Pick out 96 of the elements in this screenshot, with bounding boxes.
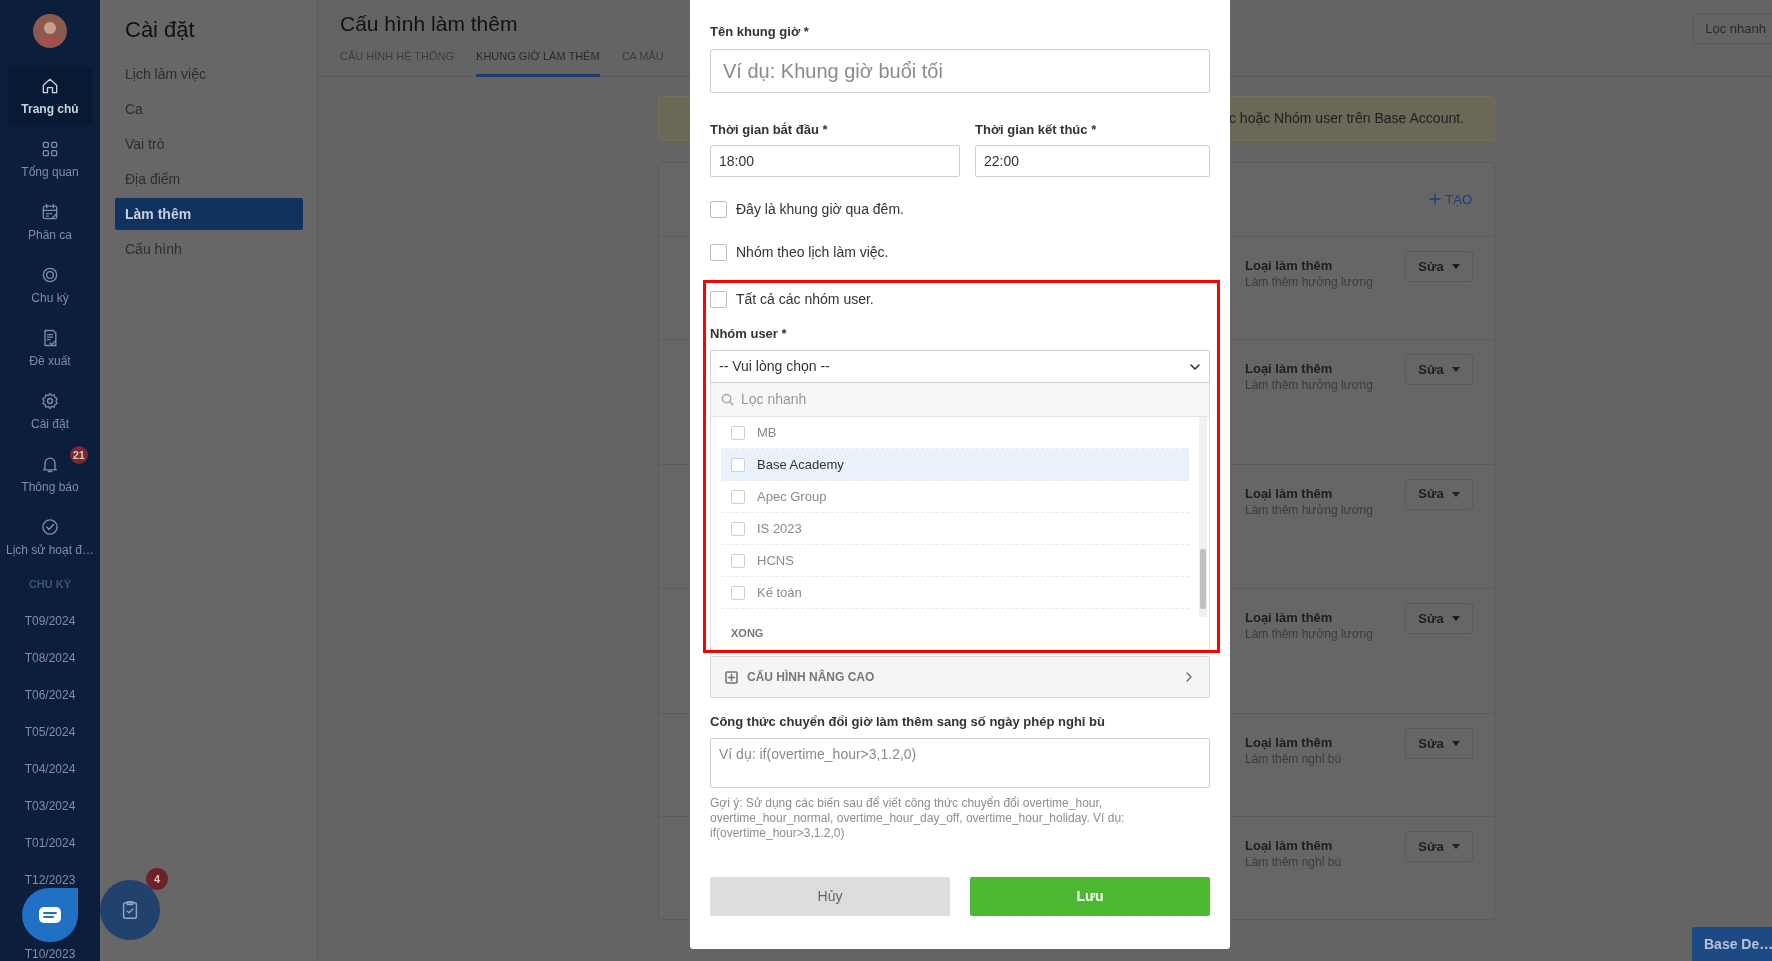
cancel-button[interactable]: Hủy [710,877,950,916]
corner-button[interactable]: Base De… [1692,927,1772,961]
checkbox[interactable] [710,290,727,308]
row-title: Loại làm thêm [1245,734,1334,752]
field-label: Thời gian kết thúc * [975,122,1098,138]
period-item[interactable]: T12/2023 [24,872,76,887]
nav-item[interactable]: Cài đặt [8,382,92,440]
caret-icon [1451,616,1460,622]
formula-input[interactable]: Ví dụ: if(overtime_hour>3,1.2,0) [710,738,1210,788]
nav-item[interactable]: Chu kỳ [8,256,92,314]
option-row[interactable]: Kế toán [721,577,1189,609]
checkbox[interactable] [710,200,727,218]
done-button[interactable]: XONG [711,617,1209,650]
check-circle-icon [40,517,60,537]
calendar-icon [40,202,60,222]
nav-item[interactable]: Trang chủ [8,67,92,125]
caret-icon [1451,263,1460,269]
caret-icon [1451,366,1460,372]
menu-item[interactable]: Làm thêm [115,198,303,230]
row-title: Loại làm thêm [1245,609,1334,627]
checkbox[interactable] [710,243,727,261]
name-input[interactable]: Ví dụ: Khung giờ buổi tối [710,49,1210,93]
row-title: Loại làm thêm [1245,484,1334,502]
menu-item[interactable]: Lịch làm việc [115,58,303,90]
edit-button[interactable]: Sửa [1405,831,1473,863]
chat-icon [38,906,62,924]
group-select[interactable]: -- Vui lòng chọn -- [710,350,1210,383]
quick-filter-button[interactable]: Lọc nhanh [1693,13,1772,44]
field-label: Nhóm user * [710,326,788,342]
alert-text: c hoặc Nhóm user trên Base Account. [1229,109,1464,128]
scrollbar[interactable] [1199,417,1207,617]
target-icon [40,265,60,285]
caret-icon [1451,844,1460,850]
avatar[interactable] [33,14,67,48]
nav-item[interactable]: Tổng quan [8,130,92,188]
plus-square-icon [725,670,738,684]
notification-badge: 21 [69,446,88,464]
home-icon [40,76,60,96]
checkbox[interactable] [731,521,745,536]
option-row[interactable]: Apec Group [721,481,1189,513]
checkbox-label: Nhóm theo lịch làm việc. [736,242,889,262]
chevron-right-icon [1183,671,1195,683]
checkbox[interactable] [731,585,745,600]
row-title: Loại làm thêm [1245,256,1334,274]
caret-icon [1451,491,1460,497]
nav-item[interactable]: Lịch sử hoạt đ… [8,508,92,566]
caret-icon [1451,741,1460,747]
advanced-settings-toggle[interactable]: CẤU HÌNH NÂNG CAO [710,656,1210,698]
edit-button[interactable]: Sửa [1405,603,1473,635]
search-input[interactable]: Lọc nhanh [741,389,1199,410]
search-field[interactable]: Lọc nhanh [711,383,1209,417]
menu-item[interactable]: Vai trò [115,128,303,160]
menu-item[interactable]: Cấu hình [115,233,303,265]
grid-icon [40,139,60,159]
row-title: Loại làm thêm [1245,837,1334,855]
period-item[interactable]: T05/2024 [24,724,76,739]
plus-icon [1429,193,1442,206]
search-icon [721,393,734,406]
option-row[interactable]: IS 2023 [721,513,1189,545]
period-item[interactable]: T10/2023 [24,946,76,961]
save-button[interactable]: Lưu [970,877,1210,916]
nav-item[interactable]: Thông báo 21 [8,445,92,503]
field-label: Thời gian bắt đầu * [710,122,829,138]
hint-text: Gợi ý: Sử dụng các biến sau để viết công thức chuyển đổi overtime_hour, overtime_hour_normal, overtime_hour_day_off, overtime_hour_holiday. Ví dụ: if(overtime_hour>3,1.2,0) [710,796,1126,841]
checkbox[interactable] [731,489,745,504]
time-input[interactable]: 22:00 [975,145,1210,177]
checkbox-label: Đây là khung giờ qua đêm. [736,199,904,219]
menu-item[interactable]: Ca [115,93,303,125]
checkbox[interactable] [731,425,745,440]
option-row[interactable]: HCNS [721,545,1189,577]
field-label: Công thức chuyển đổi giờ làm thêm sang số ngày phép nghỉ bù [710,714,1106,730]
checkbox[interactable] [731,457,745,472]
nav-item[interactable]: Đề xuất [8,319,92,377]
edit-button[interactable]: Sửa [1405,478,1473,510]
checkbox-label: Tất cả các nhóm user. [736,289,874,309]
edit-button[interactable]: Sửa [1405,250,1473,282]
option-row[interactable]: Base Academy [721,449,1189,481]
row-title: Loại làm thêm [1245,359,1334,377]
tab[interactable]: KHUNG GIỜ LÀM THÊM [476,48,600,77]
time-input[interactable]: 18:00 [710,145,960,177]
edit-button[interactable]: Sửa [1405,728,1473,760]
section-title: CHU KỲ [28,577,72,592]
edit-button[interactable]: Sửa [1405,353,1473,385]
settings-icon [40,391,60,411]
menu-item[interactable]: Địa điểm [115,163,303,195]
nav-item[interactable]: Phân ca [8,193,92,251]
field-label: Tên khung giờ * [710,24,810,40]
period-item[interactable]: T04/2024 [24,761,76,776]
period-item[interactable]: T06/2024 [24,687,76,702]
period-item[interactable]: T08/2024 [24,650,76,665]
period-item[interactable]: T09/2024 [24,613,76,628]
page-title: Cấu hình làm thêm [340,11,518,37]
period-item[interactable]: T03/2024 [24,798,76,813]
period-item[interactable]: T01/2024 [24,835,76,850]
menu-title: Cài đặt [124,16,196,44]
checkbox[interactable] [731,553,745,568]
